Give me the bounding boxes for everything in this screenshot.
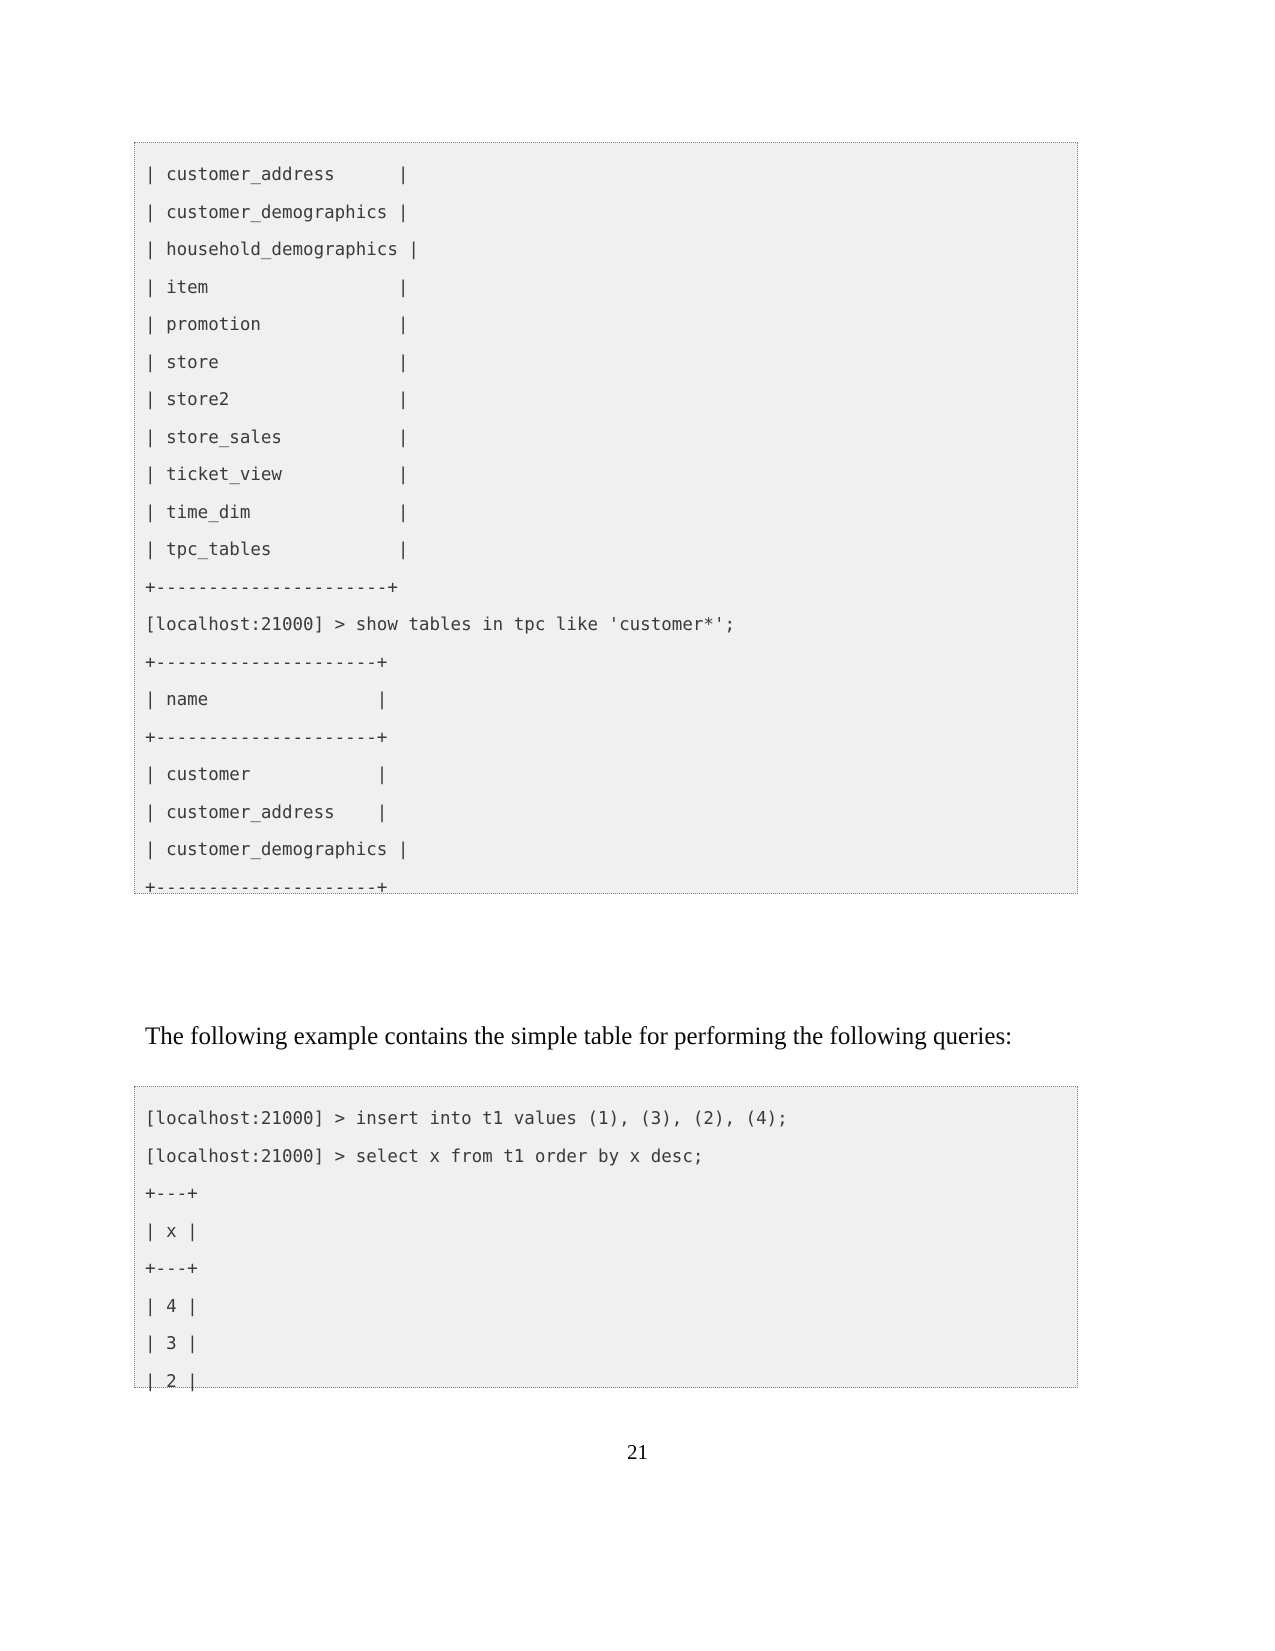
code-line: | name | [145,690,388,710]
code-line: +---------------------+ [145,727,388,748]
document-page: | customer_address | | customer_demograp… [0,0,1275,1651]
code-line: +----------------------+ [145,577,398,598]
code-line: | customer | [145,765,388,785]
code-line: | x | [145,1221,198,1242]
code-line-command: [localhost:21000] > insert into t1 value… [145,1109,788,1129]
page-number: 21 [627,1440,648,1464]
body-paragraph: The following example contains the simpl… [145,1023,1013,1050]
code-line: | customer_demographics | [145,202,409,223]
code-block-shell-output-1: | customer_address | | customer_demograp… [134,142,1078,898]
code-line: | customer_address | [145,802,388,823]
code-line: | customer_address | [145,165,409,185]
code-line: | ticket_view | [145,465,409,485]
code-line-command: [localhost:21000] > select x from t1 ord… [145,1146,704,1167]
code-line: | 3 | [145,1334,198,1354]
code-line: | tpc_tables | [145,540,409,560]
code-line: | item | [145,277,409,298]
code-line: | customer_demographics | [145,840,409,860]
code-line: +---------------------+ [145,877,388,898]
code-line: +---------------------+ [145,652,388,673]
code-line: | store | [145,352,409,373]
code-line: | store2 | [145,390,409,410]
code-line: | household_demographics | [145,240,419,260]
code-line-command: [localhost:21000] > show tables in tpc l… [145,615,736,635]
code-line: +---+ [145,1184,198,1204]
code-block-shell-output-2: [localhost:21000] > insert into t1 value… [134,1086,1078,1392]
code-line: | 2 | [145,1371,198,1392]
code-line: | store_sales | [145,427,409,448]
code-line: | promotion | [145,315,409,335]
code-line: | 4 | [145,1296,198,1317]
code-line: | time_dim | [145,502,409,523]
code-line: +---+ [145,1259,198,1279]
